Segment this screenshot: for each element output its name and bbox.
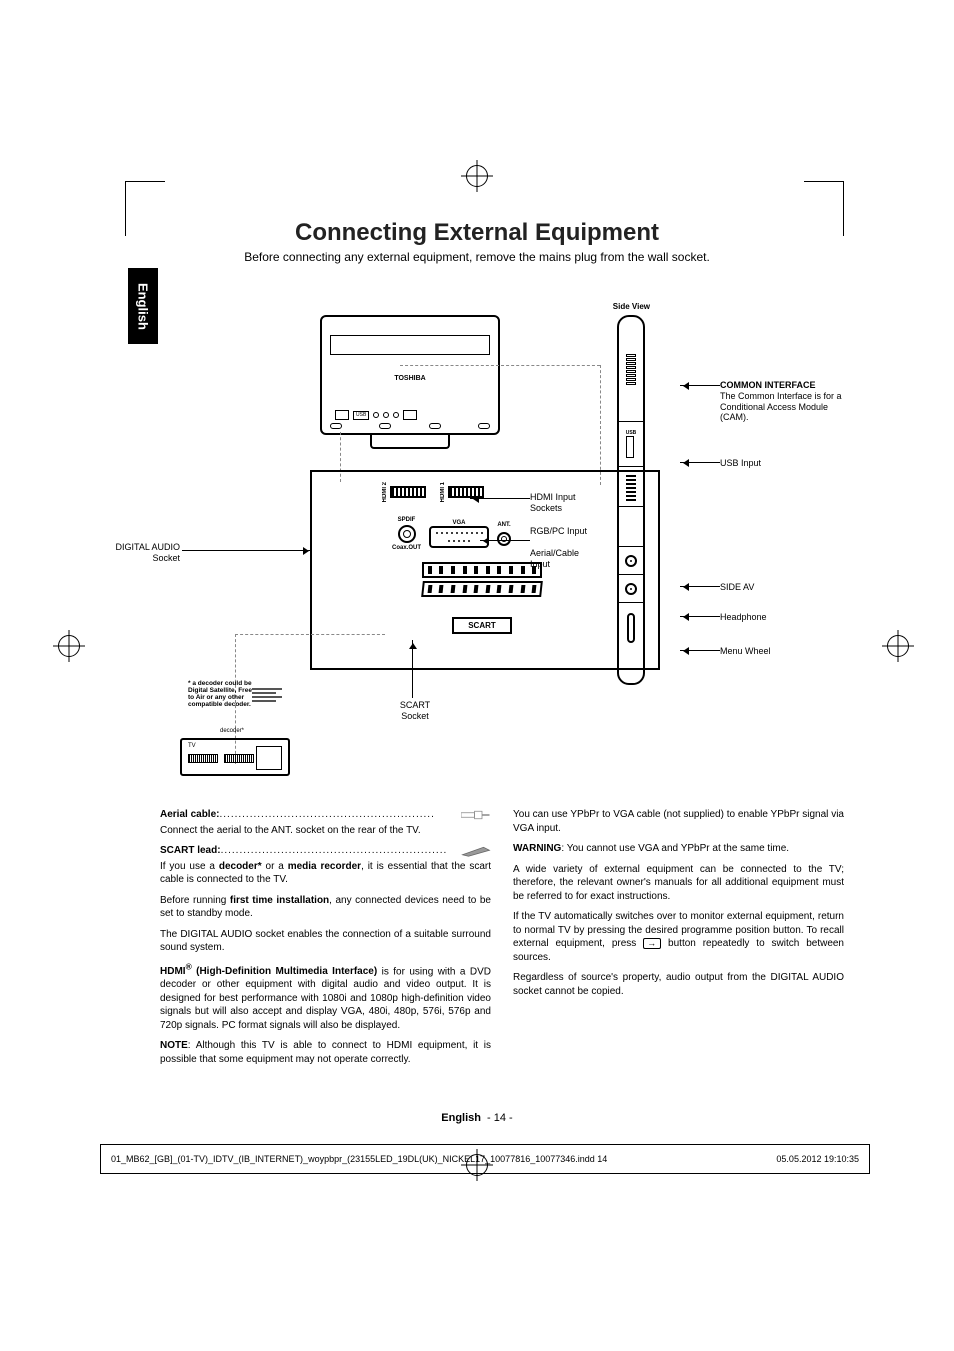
hdmi2-port [390, 486, 426, 498]
decoder-arrow-icon [252, 686, 282, 706]
scart-port-top [422, 562, 542, 578]
callout-aerial-input: Aerial/Cable Input [530, 548, 590, 570]
callout-headphone: Headphone [720, 612, 800, 623]
aerial-cable-heading: Aerial cable: ..........................… [160, 808, 491, 822]
language-tab: English [128, 268, 158, 344]
dashed-line [235, 634, 385, 635]
callout-side-av: SIDE AV [720, 582, 800, 593]
rear-panel: HDMI 2 HDMI 1 SPDIF Coax.OUT VGA ANT. [310, 470, 660, 670]
hdmi1-label: HDMI 1 [440, 482, 446, 502]
left-column: Aerial cable: ..........................… [160, 808, 491, 1073]
tv-brand-label: TOSHIBA [322, 375, 498, 382]
side-av-jack [619, 547, 643, 575]
hdmi-body: HDMI® (High-Definition Multimedia Interf… [160, 962, 491, 1033]
scart-body-1: If you use a decoder* or a media recorde… [160, 860, 491, 887]
side-view-panel: USB [617, 315, 645, 685]
side-hdmi-slot [619, 467, 643, 507]
scart-port-bottom [421, 581, 543, 597]
callout-common-interface: COMMON INTERFACE The Common Interface is… [720, 380, 850, 423]
arrow [182, 550, 312, 551]
registration-mark-left [58, 635, 80, 657]
ypbpr-body: You can use YPbPr to VGA cable (not supp… [513, 808, 844, 835]
crop-mark [804, 181, 844, 182]
dashed-line [400, 365, 600, 366]
decoder-box: TV [180, 738, 290, 776]
page-subtitle: Before connecting any external equipment… [0, 250, 954, 264]
callout-usb-input: USB Input [720, 458, 800, 469]
ant-label: ANT. [497, 522, 511, 528]
digital-audio-copy-note: Regardless of source's property, audio o… [513, 971, 844, 998]
decoder-label: decoder* [220, 728, 244, 734]
arrow [680, 586, 720, 587]
print-timestamp: 05.05.2012 19:10:35 [776, 1154, 859, 1164]
right-column: You can use YPbPr to VGA cable (not supp… [513, 808, 844, 1073]
ant-port [497, 532, 511, 546]
vga-warning: WARNING: You cannot use VGA and YPbPr at… [513, 842, 844, 856]
first-time-install-note: Before running first time installation, … [160, 894, 491, 921]
menu-wheel [619, 603, 643, 653]
arrow [680, 650, 720, 651]
usb-label: USB [353, 411, 369, 420]
print-info-bar: 01_MB62_[GB]_(01-TV)_IDTV_(IB_INTERNET)_… [100, 1144, 870, 1174]
callout-hdmi-sockets: HDMI Input Sockets [530, 492, 590, 514]
hdmi2-label: HDMI 2 [382, 482, 388, 502]
callout-menu-wheel: Menu Wheel [720, 646, 800, 657]
page-title: Connecting External Equipment [0, 219, 954, 247]
registration-mark-right [887, 635, 909, 657]
hdmi-note: NOTE: Although this TV is able to connec… [160, 1039, 491, 1066]
arrow [680, 462, 720, 463]
dashed-line [600, 365, 601, 485]
connection-diagram: TOSHIBA USB HDMI 2 HDMI 1 SPDIF [180, 310, 790, 800]
page-footer: English- 14 - [0, 1112, 954, 1124]
tv-stand [370, 435, 450, 449]
ci-slot [619, 317, 643, 422]
arrow [680, 385, 720, 386]
arrow [412, 640, 413, 698]
headphone-jack [619, 575, 643, 603]
aerial-body: Connect the aerial to the ANT. socket on… [160, 824, 491, 838]
decoder-note: * a decoder could be Digital Satellite, … [188, 680, 253, 709]
scart-plug-icon [461, 845, 491, 857]
body-columns: Aerial cable: ..........................… [160, 808, 844, 1073]
source-switch-body: If the TV automatically switches over to… [513, 910, 844, 964]
arrow [480, 540, 530, 541]
print-file-name: 01_MB62_[GB]_(01-TV)_IDTV_(IB_INTERNET)_… [111, 1154, 607, 1164]
side-view-label: Side View [613, 302, 650, 311]
scart-label: SCART [452, 617, 512, 634]
external-equipment-body: A wide variety of external equipment can… [513, 863, 844, 904]
registration-mark-top [466, 165, 488, 187]
scart-lead-heading: SCART lead: ............................… [160, 844, 491, 858]
callout-digital-audio: DIGITAL AUDIO Socket [100, 542, 180, 564]
coax-out-label: Coax.OUT [392, 545, 421, 551]
aerial-plug-icon [461, 809, 491, 821]
callout-scart-socket: SCART Socket [385, 700, 445, 722]
side-usb-slot: USB [619, 422, 643, 467]
crop-mark [125, 181, 165, 182]
spdif-port [398, 525, 416, 543]
tv-bottom-ports: USB [320, 405, 500, 425]
spdif-label: SPDIF [392, 517, 421, 523]
arrow [470, 498, 530, 499]
arrow [680, 616, 720, 617]
source-button-icon [643, 938, 661, 949]
digital-audio-body: The DIGITAL AUDIO socket enables the con… [160, 928, 491, 955]
callout-rgb-input: RGB/PC Input [530, 526, 590, 537]
